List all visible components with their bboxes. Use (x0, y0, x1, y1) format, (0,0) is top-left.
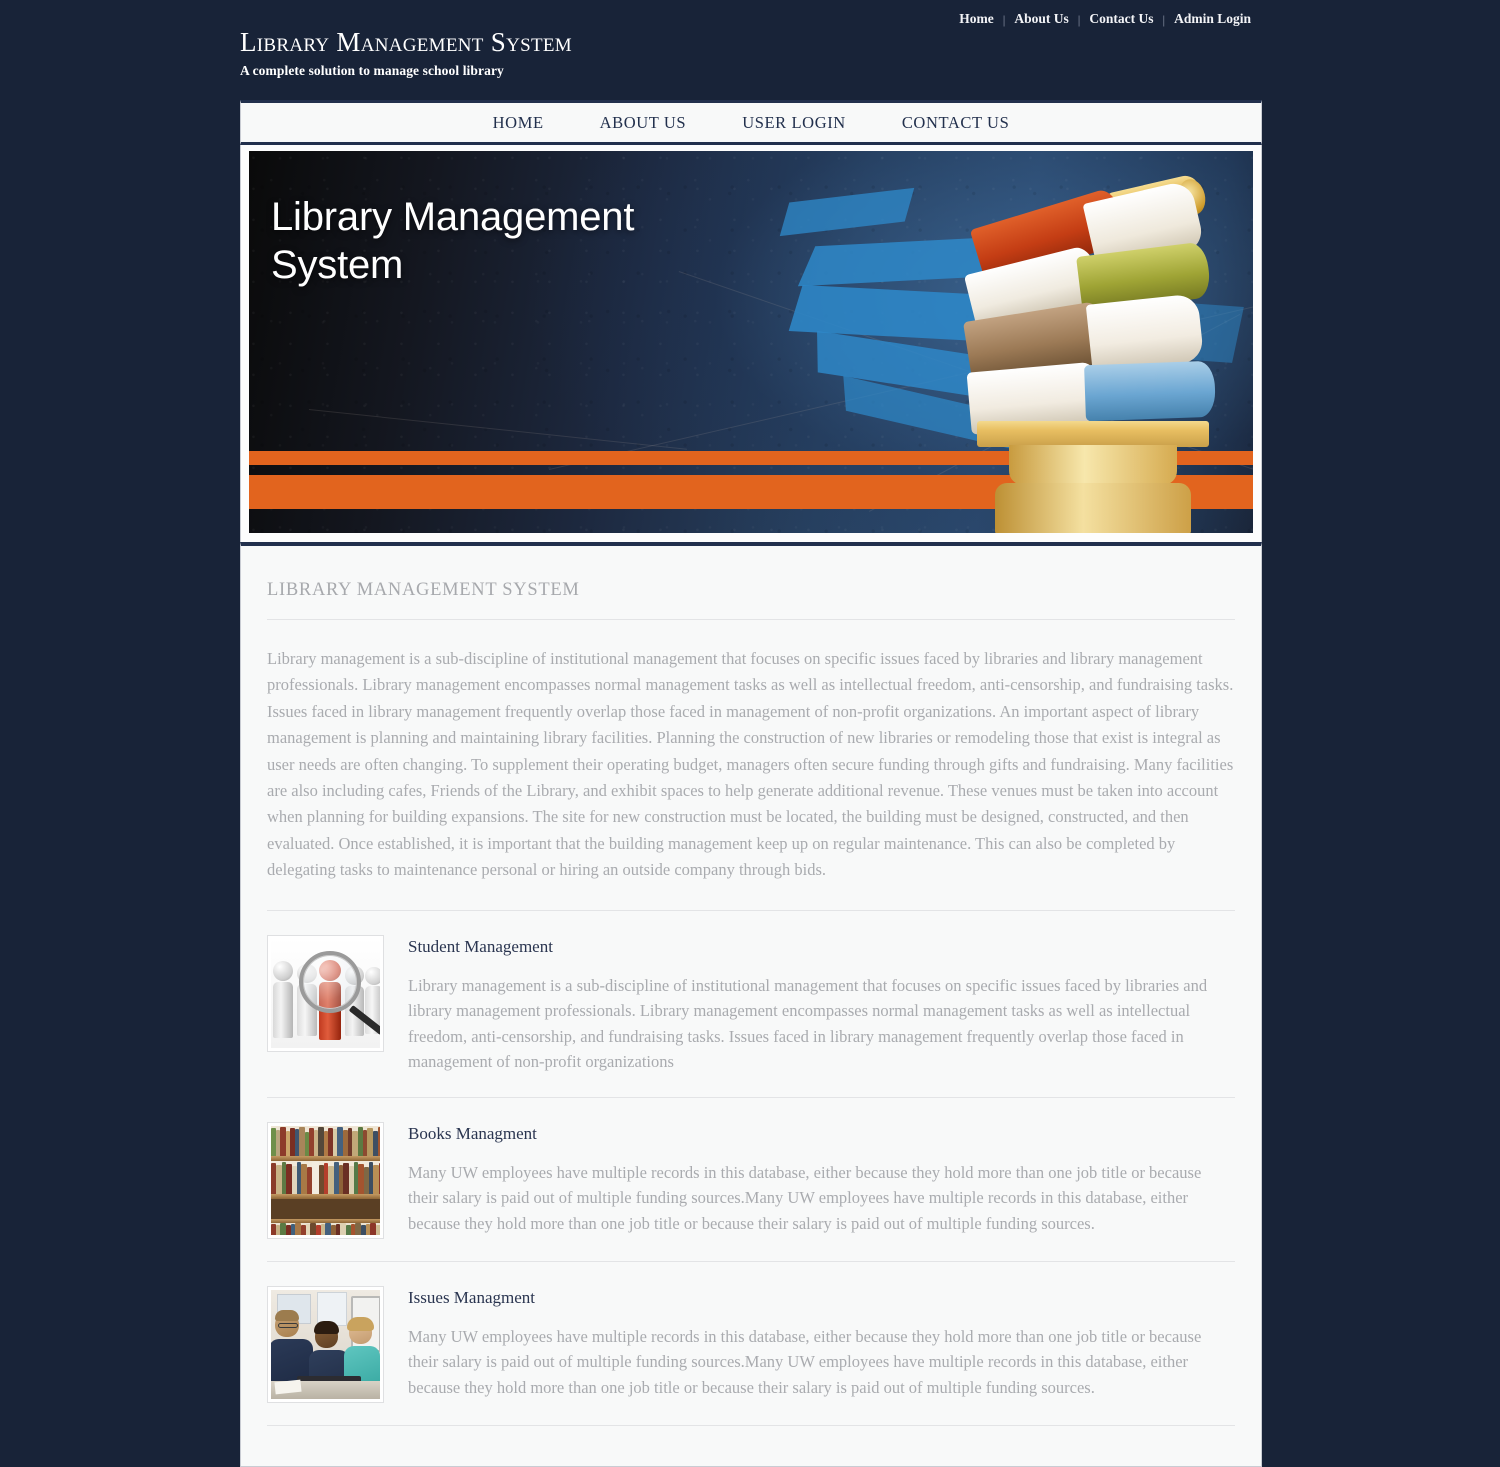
feature-thumbnail (267, 934, 384, 1052)
bookshelf-row (271, 1198, 380, 1219)
pedestal-top (977, 421, 1209, 447)
feature-description: Many UW employees have multiple records … (408, 1162, 1202, 1233)
feature-thumbnail (267, 1285, 384, 1403)
book-spine (379, 1162, 380, 1194)
top-link-about-us[interactable]: About Us (1005, 12, 1077, 26)
figure-head (273, 960, 293, 981)
hero-banner: Library Management System (249, 151, 1253, 533)
book-blue-spine (1084, 360, 1216, 422)
magnifying-glass-icon (271, 938, 380, 1048)
figure-head (365, 966, 380, 985)
book-stack-illustration (939, 171, 1239, 533)
feature-item-books-management[interactable]: Books Managment Many UW employees have m… (267, 1096, 1235, 1261)
nav-item-user-login[interactable]: User Login (714, 113, 874, 133)
site-tagline: A complete solution to manage school lib… (240, 63, 504, 79)
book-spine (378, 1126, 380, 1156)
top-link-home[interactable]: Home (950, 12, 1003, 26)
feature-body: Books Managment Many UW employees have m… (408, 1122, 1235, 1237)
people-at-computer-icon (271, 1289, 380, 1399)
feature-description: Many UW employees have multiple records … (408, 1326, 1202, 1397)
feature-title: Student Management (408, 936, 553, 956)
nav-item-home[interactable]: Home (465, 113, 572, 133)
feature-item-issues-management[interactable]: Issues Managment Many UW employees have … (267, 1260, 1235, 1426)
bookshelf-row (271, 1222, 380, 1235)
paper-sheet (274, 1379, 302, 1395)
eyeglasses (278, 1322, 298, 1328)
feature-title: Books Managment (408, 1123, 537, 1143)
page-title: Library Management System (267, 580, 1235, 620)
feature-item-student-management[interactable]: Student Management Library management is… (267, 909, 1235, 1097)
top-utility-bar: Home | About Us | Contact Us | Admin Log… (0, 0, 1500, 38)
feature-body: Student Management Library management is… (408, 935, 1235, 1075)
figure-gray (273, 960, 293, 1038)
pedestal-neck (1009, 445, 1177, 485)
feature-body: Issues Managment Many UW employees have … (408, 1286, 1235, 1401)
top-link-contact-us[interactable]: Contact Us (1080, 12, 1162, 26)
intro-paragraph: Library management is a sub-discipline o… (267, 649, 1234, 880)
bookshelf-icon (271, 1125, 380, 1235)
main-navigation: Home About Us User Login Contact Us (240, 100, 1262, 145)
banner-title: Library Management System (271, 195, 635, 287)
book-spine (376, 1224, 380, 1235)
feature-title: Issues Managment (408, 1287, 536, 1307)
feature-description: Library management is a sub-discipline o… (408, 975, 1208, 1072)
nav-item-contact-us[interactable]: Contact Us (874, 113, 1038, 133)
person-hair (347, 1316, 374, 1331)
person-hair (275, 1309, 299, 1321)
site-brand: Library Management System A complete sol… (240, 28, 572, 79)
lens-circle (299, 950, 361, 1013)
book-spine (312, 1161, 319, 1194)
main-content-panel: Library Management System Library manage… (240, 542, 1262, 1467)
pedestal-base (995, 483, 1191, 533)
nav-item-about-us[interactable]: About Us (572, 113, 715, 133)
bookshelf-row (271, 1125, 380, 1156)
site-title: Library Management System (240, 27, 572, 57)
bookshelf-row (271, 1160, 380, 1194)
banner-container: Library Management System (240, 145, 1262, 542)
figure-body (273, 981, 293, 1038)
page-shell: Home About Us User Login Contact Us Libr… (240, 100, 1262, 1467)
top-link-admin-login[interactable]: Admin Login (1165, 12, 1260, 26)
person-hair (314, 1320, 339, 1334)
feature-thumbnail (267, 1121, 384, 1239)
